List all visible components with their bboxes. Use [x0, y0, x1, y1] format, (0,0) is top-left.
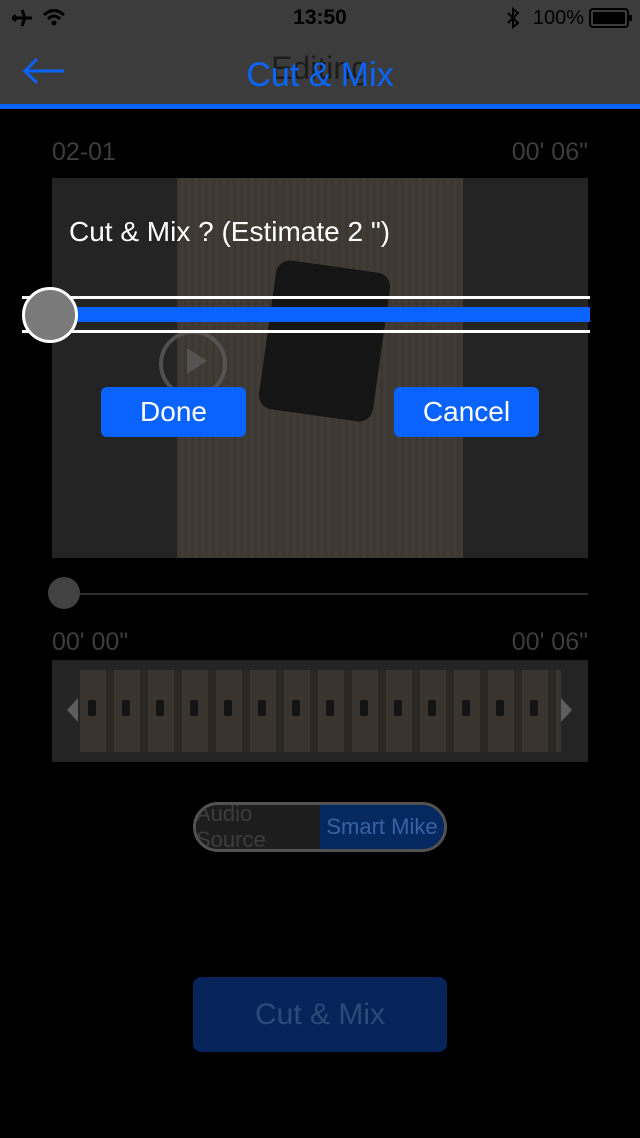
- frame-mark: [156, 700, 164, 716]
- frame-mark: [360, 700, 368, 716]
- status-bar: 13:50 100%: [0, 0, 640, 36]
- frame-mark: [530, 700, 538, 716]
- range-start-time: 00' 00": [52, 628, 129, 656]
- audio-segmented-control: Audio Source Smart Mike: [193, 802, 447, 852]
- frame-mark: [258, 700, 266, 716]
- nav-divider: [0, 104, 640, 109]
- progress-rail-bottom: [22, 330, 590, 333]
- bluetooth-icon: [507, 6, 520, 30]
- battery-percent: 100%: [532, 7, 584, 29]
- frame-mark: [428, 700, 436, 716]
- nav-title: Cut & Mix: [246, 56, 394, 94]
- progress-rail-top: [22, 296, 590, 299]
- frame-mark: [496, 700, 504, 716]
- clip-duration: 00' 06": [511, 138, 588, 166]
- segment-audio-source[interactable]: Audio Source: [196, 805, 320, 849]
- cancel-button[interactable]: Cancel: [394, 387, 539, 437]
- play-triangle-icon: [187, 348, 207, 374]
- frame-mark: [394, 700, 402, 716]
- frame-mark: [88, 700, 96, 716]
- frame-mark: [326, 700, 334, 716]
- cut-mix-button[interactable]: Cut & Mix: [193, 977, 447, 1052]
- dialog-title: Cut & Mix ? (Estimate 2 "): [69, 216, 391, 247]
- frame-mark: [462, 700, 470, 716]
- clip-name: 02-01: [52, 138, 116, 166]
- progress-fill: [50, 307, 590, 322]
- navigation-bar: Editing Cut & Mix: [0, 36, 640, 104]
- trim-end-handle-icon[interactable]: [561, 698, 572, 722]
- frame-mark: [292, 700, 300, 716]
- playback-track: [52, 593, 588, 595]
- range-end-time: 00' 06": [511, 628, 588, 656]
- device-image: [257, 258, 392, 424]
- trim-start-handle-icon[interactable]: [67, 698, 78, 722]
- battery-icon: [589, 8, 632, 28]
- playback-slider-knob[interactable]: [48, 577, 80, 609]
- thumbnail-frames: [80, 670, 561, 752]
- frame-mark: [224, 700, 232, 716]
- frame-mark: [122, 700, 130, 716]
- segment-smart-mike[interactable]: Smart Mike: [320, 805, 444, 849]
- frame-mark: [190, 700, 198, 716]
- progress-slider-knob[interactable]: [22, 287, 78, 343]
- done-button[interactable]: Done: [101, 387, 246, 437]
